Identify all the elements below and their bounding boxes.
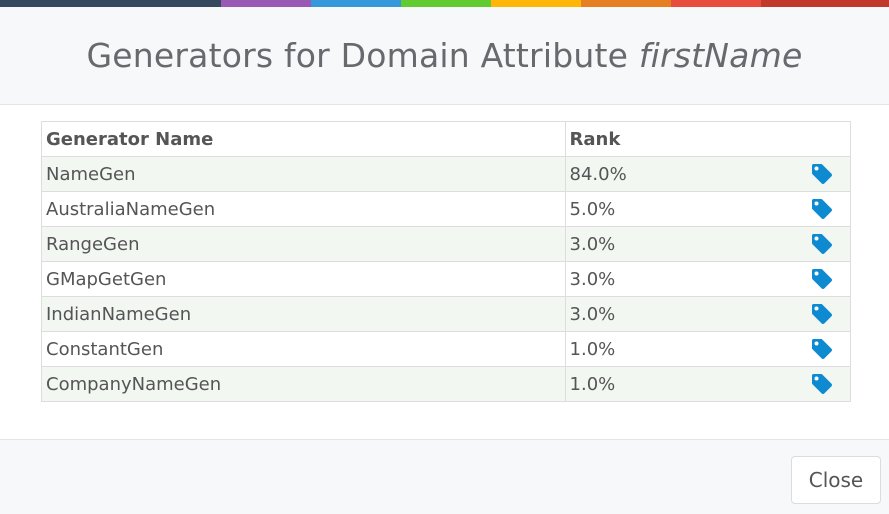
modal-header: Generators for Domain Attribute firstNam… [0,7,889,105]
tag-icon[interactable] [810,232,834,256]
generator-name-cell: RangeGen [41,226,566,262]
table-row: ConstantGen 1.0% [41,331,852,367]
modal-title-prefix: Generators for Domain Attribute [86,36,629,75]
generators-table: Generator Name Rank NameGen 84.0% Australi… [41,121,852,402]
color-strip-segment [761,0,889,7]
modal-title-attribute: firstName [638,36,803,75]
color-strip-segment [671,0,761,7]
color-strip-segment [401,0,491,7]
table-row: NameGen 84.0% [41,156,852,192]
column-header-rank: Rank [564,121,852,157]
rank-value: 1.0% [569,338,616,360]
table-row: IndianNameGen 3.0% [41,296,852,332]
table-row: GMapGetGen 3.0% [41,261,852,297]
rank-cell: 3.0% [564,296,852,332]
color-strip-segment [581,0,671,7]
table-row: CompanyNameGen 1.0% [41,366,852,402]
rank-cell: 1.0% [564,366,852,402]
generator-name-cell: NameGen [41,156,566,192]
table-row: RangeGen 3.0% [41,226,852,262]
generator-name-cell: GMapGetGen [41,261,566,297]
rank-cell: 84.0% [564,156,852,192]
tag-icon[interactable] [810,372,834,396]
modal-body: Generator Name Rank NameGen 84.0% Australi… [0,105,889,443]
color-strip-segment [0,0,221,7]
generator-name-cell: IndianNameGen [41,296,566,332]
tag-icon[interactable] [810,267,834,291]
tag-icon[interactable] [810,162,834,186]
color-strip-segment [311,0,401,7]
modal-title: Generators for Domain Attribute firstNam… [87,36,803,75]
close-button[interactable]: Close [791,456,881,504]
rank-value: 3.0% [569,233,616,255]
generator-name-cell: CompanyNameGen [41,366,566,402]
rank-value: 3.0% [569,303,616,325]
color-strip-segment [221,0,311,7]
rank-cell: 3.0% [564,261,852,297]
tag-icon[interactable] [810,337,834,361]
rank-cell: 5.0% [564,191,852,227]
rank-cell: 3.0% [564,226,852,262]
column-header-generator-name: Generator Name [41,121,566,157]
table-row: AustraliaNameGen 5.0% [41,191,852,227]
color-strip [0,0,889,7]
tag-icon[interactable] [810,302,834,326]
rank-value: 1.0% [569,373,616,395]
rank-value: 5.0% [569,198,616,220]
tag-icon[interactable] [810,197,834,221]
modal-footer: Close [0,439,889,514]
generator-name-cell: ConstantGen [41,331,566,367]
rank-value: 3.0% [569,268,616,290]
color-strip-segment [491,0,581,7]
table-body: NameGen 84.0% AustraliaNameGen 5.0% RangeGen… [41,156,852,402]
rank-value: 84.0% [569,163,627,185]
table-header-row: Generator Name Rank [41,121,852,157]
generator-name-cell: AustraliaNameGen [41,191,566,227]
rank-cell: 1.0% [564,331,852,367]
generators-modal: Generators for Domain Attribute firstNam… [0,0,889,514]
